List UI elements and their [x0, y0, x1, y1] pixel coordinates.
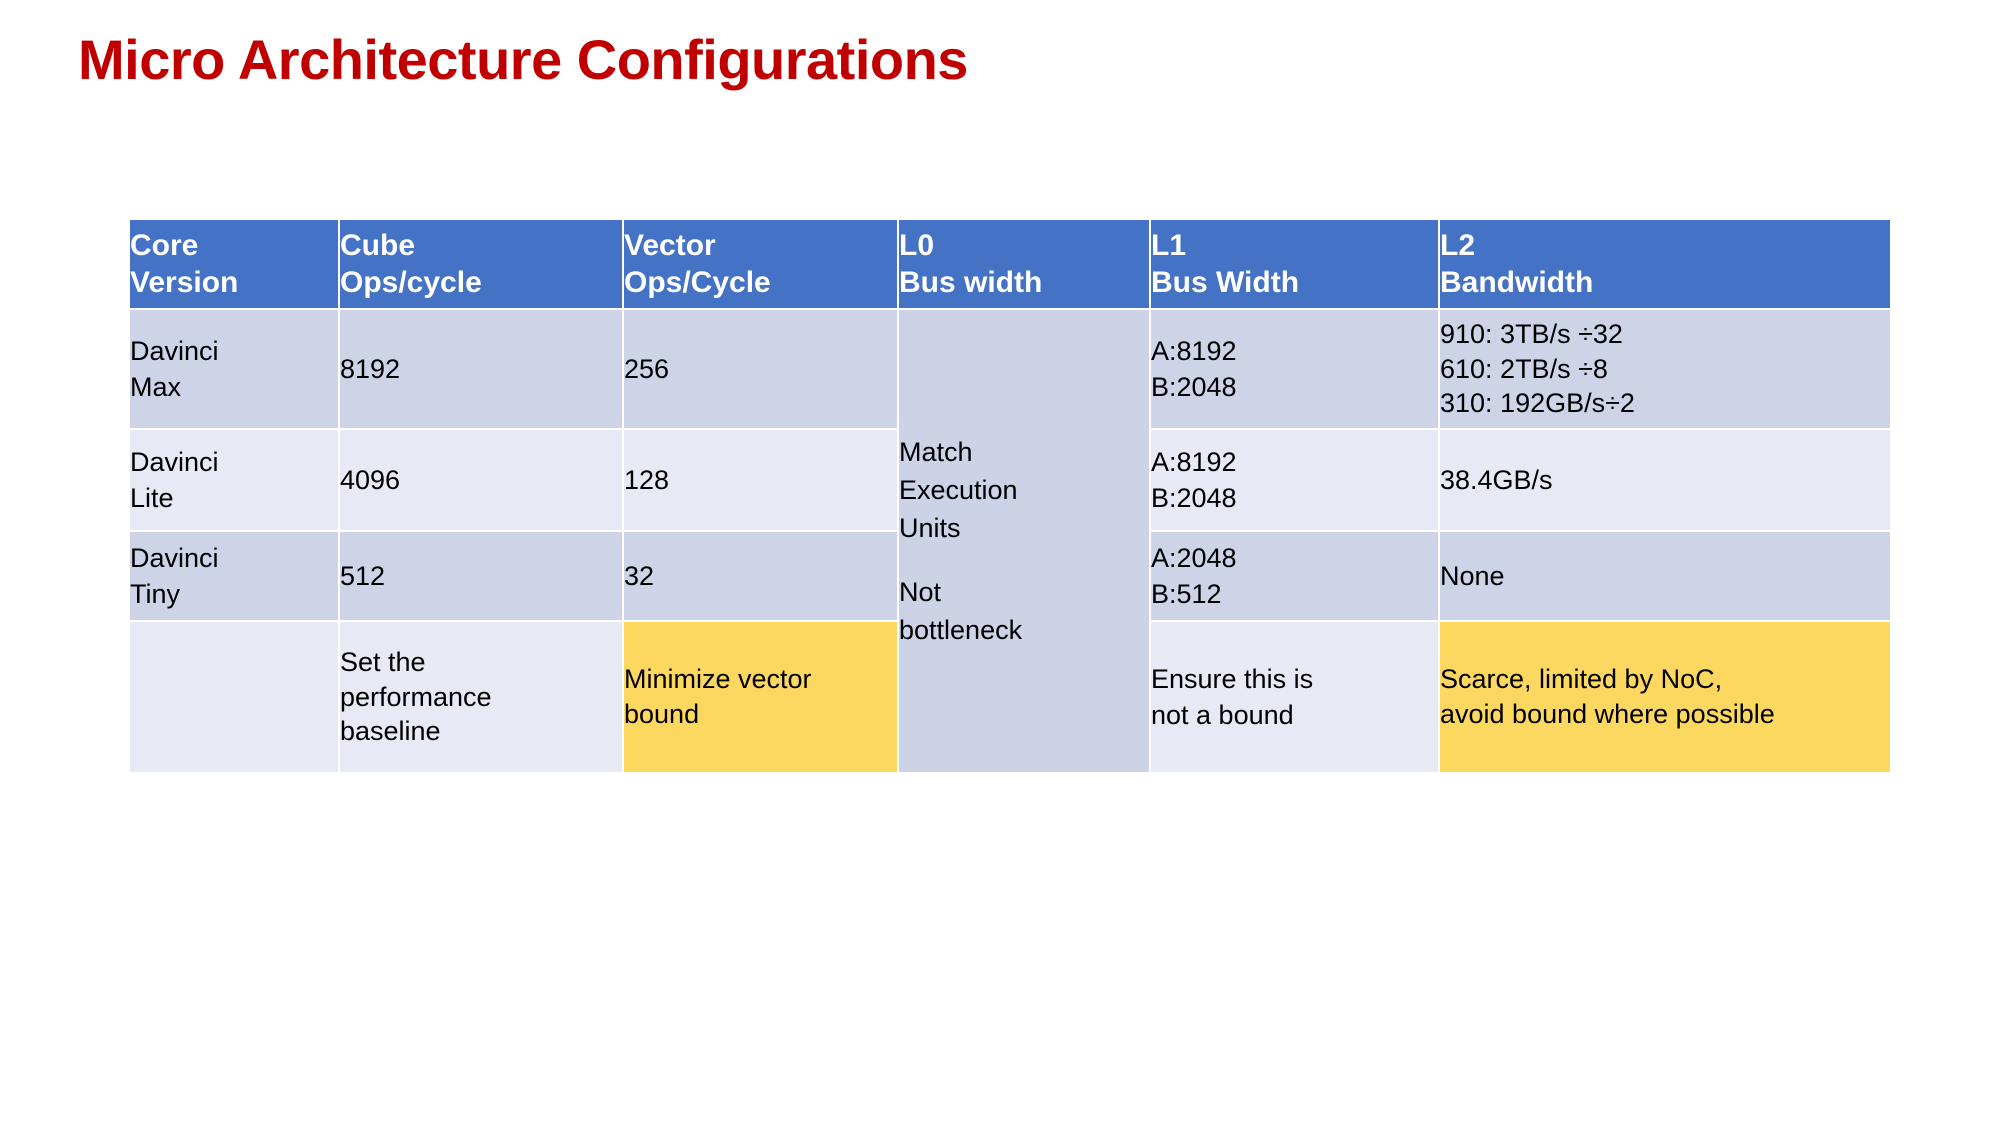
cell-l1-bus-width-davinci-max: A:8192 B:2048 [1151, 310, 1438, 428]
l1-bus-width-a: A:2048 [1151, 542, 1237, 573]
l1-bus-width-b: B:2048 [1151, 483, 1237, 513]
l0-line1: Match [899, 436, 973, 467]
column-header-l0-line2: Bus width [899, 266, 1043, 299]
cell-cube-ops-davinci-lite: 4096 [340, 430, 622, 530]
column-header-l2-line1: L2 [1440, 228, 1476, 262]
vector-guidance-line1: Minimize vector [624, 664, 812, 695]
l1-bus-width-b: B:2048 [1151, 372, 1237, 402]
l1-bus-width-a: A:8192 [1151, 335, 1237, 366]
column-header-vector-line1: Vector [624, 228, 716, 262]
cell-l2-bandwidth-davinci-lite: 38.4GB/s [1440, 430, 1890, 530]
table-row-davinci-max: Davinci Max 8192 256 Match Execution Uni… [130, 310, 1890, 772]
column-header-l1-line2: Bus Width [1151, 266, 1300, 299]
l0-blank-line [899, 548, 1149, 573]
column-header-l1-bus-width: L1 Bus Width [1151, 220, 1438, 308]
cell-vector-ops-guidance: Minimize vector bound [624, 622, 897, 772]
cell-l2-bandwidth-davinci-tiny: None [1440, 532, 1890, 620]
l0-line6: bottleneck [899, 614, 1023, 645]
cube-guidance-line1: Set the [340, 647, 426, 678]
cell-l0-bus-width-merged: Match Execution Units Not bottleneck [899, 310, 1149, 772]
cell-core-version-davinci-tiny: Davinci Tiny [130, 532, 338, 620]
l2-guidance-line2: avoid bound where possible [1440, 699, 1775, 729]
l2-bandwidth-line2: 610: 2TB/s ÷8 [1440, 353, 1608, 384]
cell-core-version-davinci-max: Davinci Max [130, 310, 338, 428]
l2-guidance-line1: Scarce, limited by NoC, [1440, 664, 1723, 695]
column-header-l1-line1: L1 [1151, 228, 1187, 262]
column-header-vector-ops-cycle: Vector Ops/Cycle [624, 220, 897, 308]
l1-bus-width-a: A:8192 [1151, 446, 1237, 477]
l0-line2: Execution [899, 475, 1018, 506]
cell-cube-ops-davinci-tiny: 512 [340, 532, 622, 620]
core-version-line1: Davinci [130, 446, 219, 477]
cell-l2-bandwidth-guidance: Scarce, limited by NoC, avoid bound wher… [1440, 622, 1890, 772]
vector-guidance-line2: bound [624, 699, 700, 729]
table-header: Core Version Cube Ops/cycle Vector Ops/C… [130, 220, 1890, 308]
column-header-l0-line1: L0 [899, 228, 935, 262]
table-body: Davinci Max 8192 256 Match Execution Uni… [130, 310, 1890, 772]
cell-l1-bus-width-guidance: Ensure this is not a bound [1151, 622, 1438, 772]
l0-line3: Units [899, 513, 961, 544]
cell-vector-ops-davinci-max: 256 [624, 310, 897, 428]
column-header-cube-line2: Ops/cycle [340, 266, 482, 299]
cell-vector-ops-davinci-lite: 128 [624, 430, 897, 530]
l1-guidance-line2: not a bound [1151, 700, 1294, 730]
page-title: Micro Architecture Configurations [78, 28, 968, 91]
core-version-line1: Davinci [130, 335, 219, 366]
column-header-l2-line2: Bandwidth [1440, 266, 1594, 299]
column-header-l2-bandwidth: L2 Bandwidth [1440, 220, 1890, 308]
l2-bandwidth-line3: 310: 192GB/s÷2 [1440, 388, 1635, 419]
column-header-cube-ops-cycle: Cube Ops/cycle [340, 220, 622, 308]
core-version-line2: Tiny [130, 579, 181, 609]
cell-vector-ops-davinci-tiny: 32 [624, 532, 897, 620]
column-header-vector-line2: Ops/Cycle [624, 266, 771, 299]
column-header-core-version-line2: Version [130, 266, 239, 299]
table-header-row: Core Version Cube Ops/cycle Vector Ops/C… [130, 220, 1890, 308]
l0-line5: Not [899, 576, 942, 607]
cell-core-version-davinci-lite: Davinci Lite [130, 430, 338, 530]
micro-architecture-configurations-table: Core Version Cube Ops/cycle Vector Ops/C… [128, 218, 1892, 774]
cell-core-version-empty [130, 622, 338, 772]
column-header-core-version: Core Version [130, 220, 338, 308]
l1-bus-width-b: B:512 [1151, 579, 1222, 609]
slide-canvas: Micro Architecture Configurations Core V… [0, 0, 2000, 1125]
l2-bandwidth-line1: 910: 3TB/s ÷32 [1440, 319, 1623, 350]
cell-cube-ops-guidance: Set the performance baseline [340, 622, 622, 772]
cell-l1-bus-width-davinci-tiny: A:2048 B:512 [1151, 532, 1438, 620]
cube-guidance-line2: performance [340, 681, 492, 712]
column-header-cube-line1: Cube [340, 228, 415, 262]
cell-l2-bandwidth-davinci-max: 910: 3TB/s ÷32 610: 2TB/s ÷8 310: 192GB/… [1440, 310, 1890, 428]
cube-guidance-line3: baseline [340, 716, 441, 747]
core-version-line1: Davinci [130, 542, 219, 573]
column-header-core-version-line1: Core [130, 228, 199, 262]
core-version-line2: Lite [130, 483, 174, 513]
cell-l1-bus-width-davinci-lite: A:8192 B:2048 [1151, 430, 1438, 530]
column-header-l0-bus-width: L0 Bus width [899, 220, 1149, 308]
cell-cube-ops-davinci-max: 8192 [340, 310, 622, 428]
l1-guidance-line1: Ensure this is [1151, 663, 1314, 694]
core-version-line2: Max [130, 372, 182, 402]
